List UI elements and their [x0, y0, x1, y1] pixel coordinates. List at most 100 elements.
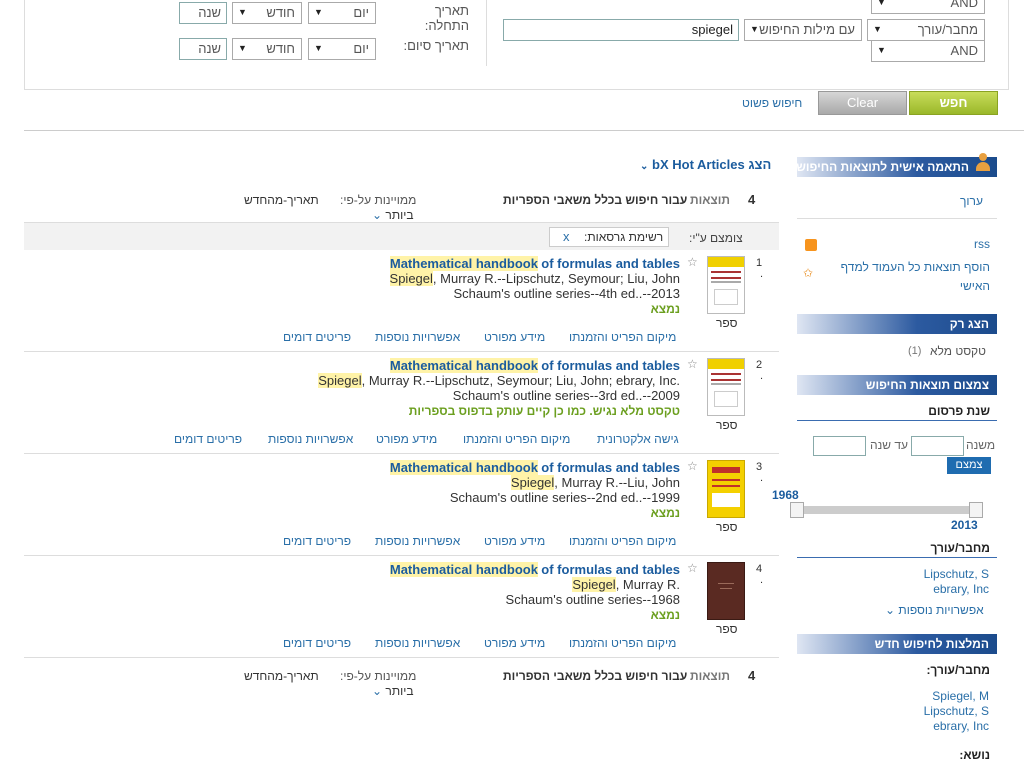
user-icon [975, 153, 991, 173]
start-month-select[interactable]: חודש ▼ [232, 2, 302, 24]
sort-more[interactable]: ביותר ⌄ [372, 208, 414, 222]
results-count: 4 [748, 192, 756, 207]
edit-link[interactable]: ערוך [960, 194, 983, 208]
star-icon[interactable]: ☆ [687, 561, 698, 575]
location-request-link[interactable]: מיקום הפריט והזמנתו [569, 330, 676, 344]
clear-button[interactable]: Clear [818, 91, 907, 115]
similar-items-link[interactable]: פריטים דומים [283, 330, 351, 344]
filter-label: צומצם ע"י: [689, 231, 743, 245]
result-series: Schaum's outline series--1968 [505, 592, 680, 607]
operator-select-1[interactable]: AND ▼ [871, 0, 985, 14]
location-request-link[interactable]: מיקום הפריט והזמנתו [569, 534, 676, 548]
item-type: ספר [716, 316, 738, 330]
chevron-down-icon: ▼ [877, 45, 886, 55]
to-year-input[interactable] [813, 436, 866, 456]
author-facet-item[interactable]: ebrary, Inc [900, 582, 989, 596]
fulltext-count: (1) [908, 345, 922, 357]
chevron-down-icon: ⌄ [372, 684, 383, 698]
result-series: Schaum's outline series--2nd ed..--1999 [449, 490, 680, 505]
year-slider-track[interactable] [797, 506, 983, 514]
author-more-options[interactable]: אפשרויות נוספות ⌄ [885, 603, 984, 617]
result-title[interactable]: Mathematical handbook of formulas and ta… [350, 256, 680, 271]
filter-chip-label: רשימת גרסאות: [584, 230, 664, 244]
divider [486, 0, 487, 66]
result-dot: . [760, 574, 764, 586]
result-author: Spiegel, Murray R. [572, 577, 680, 592]
result-title[interactable]: Mathematical handbook of formulas and ta… [350, 358, 680, 373]
fulltext-facet[interactable]: טקסט מלא [930, 344, 986, 358]
similar-items-link[interactable]: פריטים דומים [283, 534, 351, 548]
divider [24, 351, 779, 352]
electronic-access-link[interactable]: גישה אלקטרונית [597, 432, 679, 446]
details-link[interactable]: מידע מפורט [376, 432, 437, 446]
rec-author-item[interactable]: Spiegel, M [900, 689, 989, 703]
details-link[interactable]: מידע מפורט [484, 330, 545, 344]
close-icon[interactable]: x [563, 229, 570, 244]
details-link[interactable]: מידע מפורט [484, 534, 545, 548]
author-facet-item[interactable]: Lipschutz, S [900, 567, 989, 581]
end-year-input[interactable]: שנה [179, 38, 227, 60]
chevron-down-icon: ⌄ [640, 161, 649, 172]
sort-select[interactable]: תאריך-מהחדש [244, 669, 319, 683]
match-select[interactable]: עם מילות החיפוש ▼ [744, 19, 862, 41]
start-year-input[interactable]: שנה [179, 2, 227, 24]
star-icon[interactable]: ☆ [687, 459, 698, 473]
narrow-button[interactable]: צמצם [947, 457, 991, 474]
rec-author-item[interactable]: Lipschutz, S [900, 704, 989, 718]
star-icon[interactable]: ☆ [687, 357, 698, 371]
availability-status: נמצא [650, 608, 680, 622]
search-query-input[interactable]: spiegel [503, 19, 739, 41]
simple-search-link[interactable]: חיפוש פשוט [742, 96, 802, 110]
rss-link[interactable]: rss [974, 237, 990, 251]
add-page-to-shelf-link[interactable]: הוסף תוצאות כל העמוד למדף האישי [830, 258, 990, 296]
star-icon[interactable]: ☆ [687, 255, 698, 269]
similar-items-link[interactable]: פריטים דומים [283, 636, 351, 650]
book-cover[interactable] [707, 460, 745, 518]
more-options-link[interactable]: אפשרויות נוספות [375, 534, 460, 548]
book-cover[interactable] [707, 562, 745, 620]
slider-handle-max[interactable] [969, 502, 983, 518]
star-icon: ✩ [803, 266, 814, 280]
result-author: Spiegel, Murray R.--Lipschutz, Seymour; … [318, 373, 680, 388]
field-select[interactable]: מחבר/עורך ▼ [867, 19, 985, 41]
show-only-header: הצג רק [797, 314, 997, 334]
result-title[interactable]: Mathematical handbook of formulas and ta… [350, 460, 680, 475]
slider-handle-min[interactable] [790, 502, 804, 518]
rec-author-item[interactable]: ebrary, Inc [900, 719, 989, 733]
chevron-down-icon: ▼ [238, 7, 247, 17]
start-day-select[interactable]: יום ▼ [308, 2, 376, 24]
rec-subject-header: נושא: [959, 748, 990, 762]
result-dot: . [760, 370, 764, 382]
bx-hot-articles-toggle[interactable]: הצג bX Hot Articles ⌄ [640, 157, 771, 172]
location-request-link[interactable]: מיקום הפריט והזמנתו [569, 636, 676, 650]
results-count-label: תוצאות [690, 669, 730, 683]
sort-select[interactable]: תאריך-מהחדש [244, 193, 319, 207]
operator-select-2[interactable]: AND ▼ [871, 40, 985, 62]
availability-status: נמצא [650, 506, 680, 520]
location-request-link[interactable]: מיקום הפריט והזמנתו [463, 432, 570, 446]
more-options-link[interactable]: אפשרויות נוספות [268, 432, 353, 446]
rss-icon[interactable] [805, 239, 817, 251]
result-author: Spiegel, Murray R.--Liu, John [510, 475, 680, 490]
start-date-label: תאריך התחלה: [424, 3, 469, 33]
item-type: ספר [716, 520, 738, 534]
book-cover[interactable] [707, 358, 745, 416]
result-author: Spiegel, Murray R.--Lipschutz, Seymour; … [389, 271, 680, 286]
results-count-label: תוצאות [690, 193, 730, 207]
more-options-link[interactable]: אפשרויות נוספות [375, 330, 460, 344]
more-options-link[interactable]: אפשרויות נוספות [375, 636, 460, 650]
sort-more[interactable]: ביותר ⌄ [372, 684, 414, 698]
chevron-down-icon: ▼ [877, 0, 886, 7]
sort-label: ממויינות על-פי: [340, 669, 417, 683]
results-count: 4 [748, 668, 756, 683]
details-link[interactable]: מידע מפורט [484, 636, 545, 650]
similar-items-link[interactable]: פריטים דומים [174, 432, 242, 446]
end-day-select[interactable]: יום ▼ [308, 38, 376, 60]
chevron-down-icon: ⌄ [885, 603, 896, 617]
result-title[interactable]: Mathematical handbook of formulas and ta… [350, 562, 680, 577]
from-year-input[interactable] [911, 436, 964, 456]
author-facet-header: מחבר/עורך [797, 541, 997, 558]
end-month-select[interactable]: חודש ▼ [232, 38, 302, 60]
search-button[interactable]: חפש [909, 91, 998, 115]
book-cover[interactable] [707, 256, 745, 314]
